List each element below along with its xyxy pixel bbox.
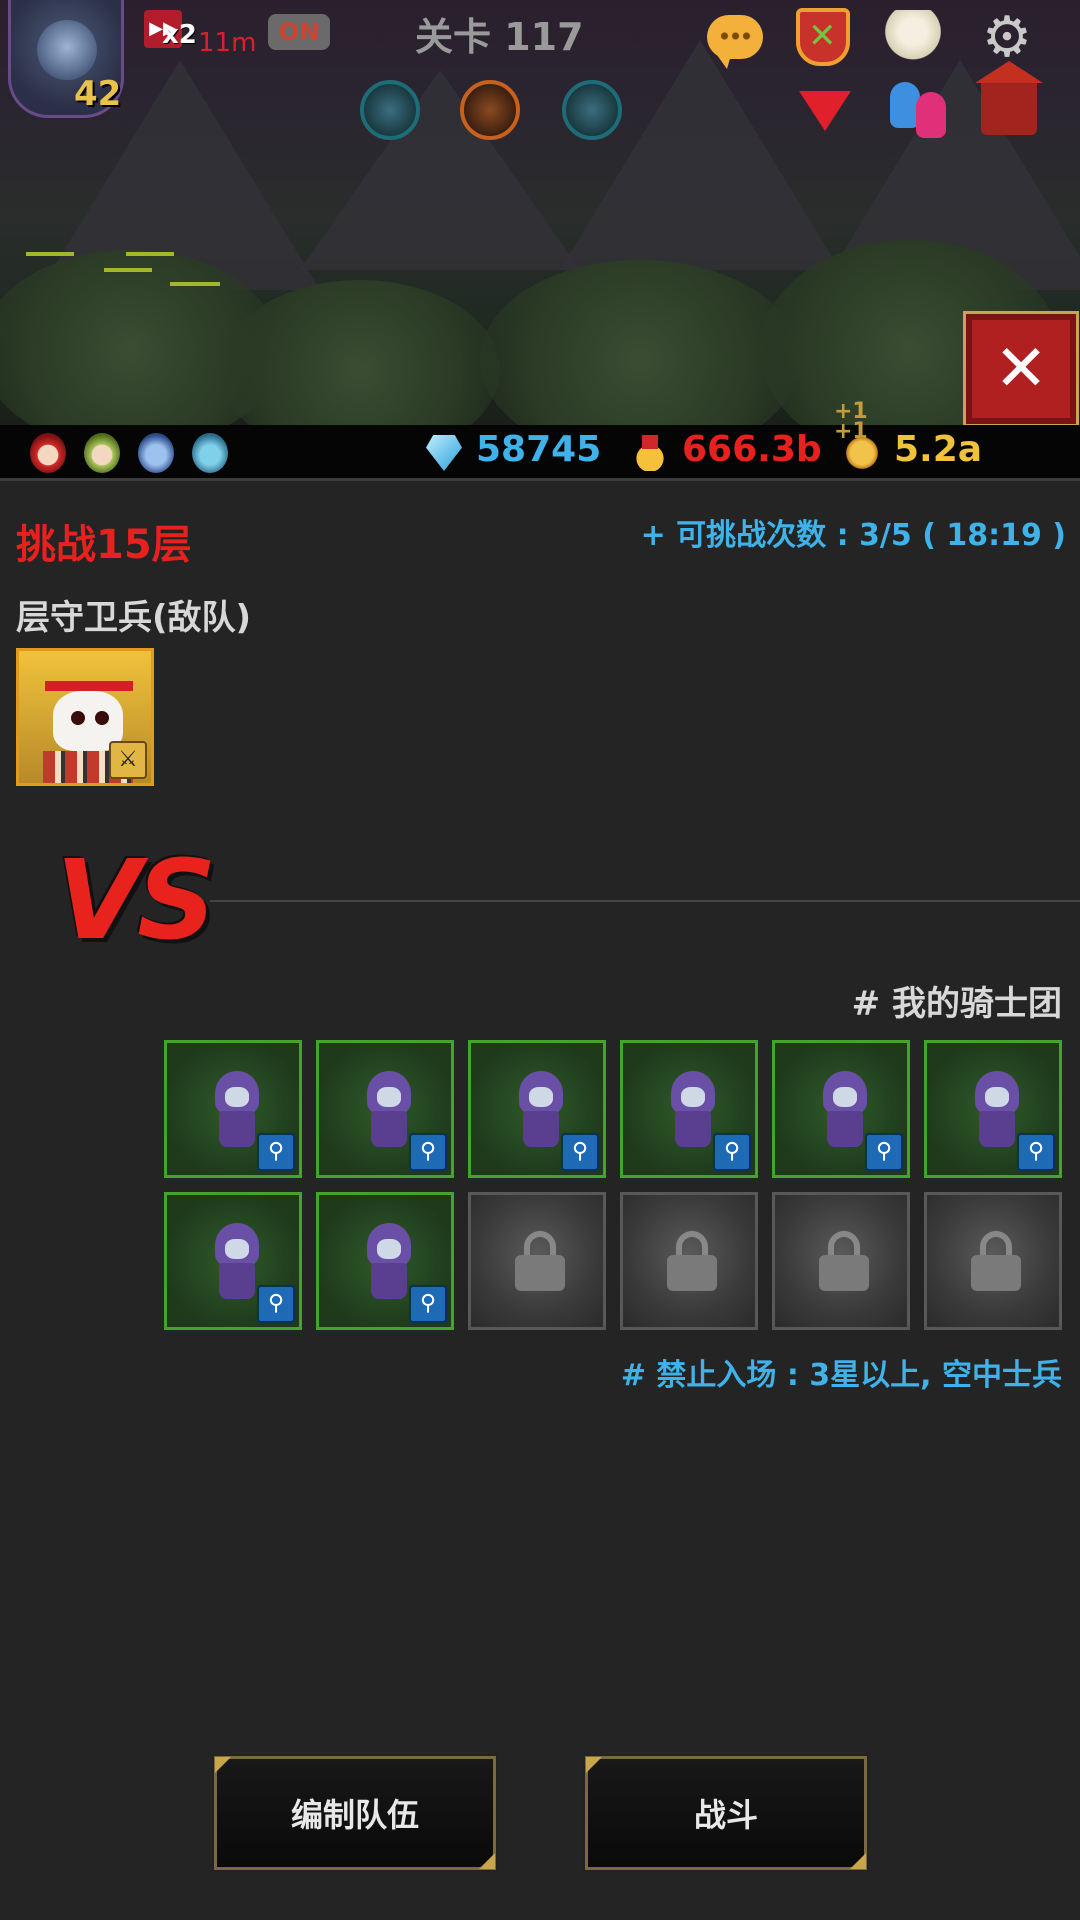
enemy-guard-card[interactable]: ⚔ <box>16 648 154 786</box>
fight-button[interactable]: 战斗 <box>583 1754 869 1872</box>
lock-icon <box>971 1231 1021 1291</box>
speed-boost-timer: 11m <box>198 28 257 58</box>
challenge-title: 挑战15层 <box>16 522 192 568</box>
hero-face-icon <box>37 20 97 80</box>
team-slot[interactable]: ⚲ <box>620 1040 758 1178</box>
medal-count: 666.3b <box>682 429 822 470</box>
party-hero-icon[interactable] <box>30 433 66 473</box>
close-icon: ✕ <box>994 332 1048 406</box>
friends-icon[interactable] <box>884 78 960 144</box>
lock-icon <box>667 1231 717 1291</box>
locked-team-slot[interactable] <box>468 1192 606 1330</box>
divider <box>210 900 1080 902</box>
hooded-mage-icon <box>819 1071 869 1151</box>
locked-team-slot[interactable] <box>772 1192 910 1330</box>
chat-icon[interactable] <box>702 4 768 70</box>
diamond-count: 58745 <box>476 429 602 470</box>
mountain-decoration <box>300 70 580 270</box>
locked-team-slot[interactable] <box>924 1192 1062 1330</box>
party-hero-icon[interactable] <box>138 433 174 473</box>
enemy-team-label: 层守卫兵(敌队) <box>16 598 252 638</box>
player-level: 42 <box>74 74 122 114</box>
health-bar <box>26 252 74 256</box>
buff-rune-icon[interactable] <box>562 80 622 140</box>
team-slot[interactable]: ⚲ <box>772 1040 910 1178</box>
hooded-mage-icon <box>211 1223 261 1303</box>
magnifier-icon: ⚲ <box>713 1133 751 1171</box>
hooded-mage-icon <box>363 1223 413 1303</box>
hooded-mage-icon <box>667 1071 717 1151</box>
magnifier-icon: ⚲ <box>561 1133 599 1171</box>
stage-label: 关卡 117 <box>415 15 584 59</box>
edit-team-button[interactable]: 编制队伍 <box>212 1754 498 1872</box>
challenge-attempts[interactable]: + 可挑战次数 : 3/5 ( 18:19 ) <box>641 510 1066 554</box>
health-bar <box>170 282 220 286</box>
team-slot[interactable]: ⚲ <box>164 1192 302 1330</box>
resource-bar: 58745 666.3b +1 +1 5.2a <box>0 399 1080 481</box>
hooded-mage-icon <box>971 1071 1021 1151</box>
diamond-icon <box>426 435 462 471</box>
party-hero-icon[interactable] <box>84 433 120 473</box>
entry-restriction: # 禁止入场 : 3星以上, 空中士兵 <box>620 1358 1062 1393</box>
team-slot[interactable]: ⚲ <box>316 1040 454 1178</box>
team-slot[interactable]: ⚲ <box>468 1040 606 1178</box>
magnifier-icon: ⚲ <box>865 1133 903 1171</box>
health-bar <box>104 268 152 272</box>
mountain-decoration <box>560 40 840 270</box>
hooded-mage-icon <box>515 1071 565 1151</box>
speed-multiplier: x2 <box>162 20 197 50</box>
my-team-title: # 我的骑士团 <box>851 984 1062 1024</box>
sword-icon: ⚔ <box>109 741 147 779</box>
vs-emblem: VS <box>56 836 216 964</box>
locked-team-slot[interactable] <box>620 1192 758 1330</box>
battle-icon[interactable] <box>790 4 856 70</box>
down-triangle-icon[interactable] <box>792 78 858 144</box>
magnifier-icon: ⚲ <box>1017 1133 1055 1171</box>
lock-icon <box>515 1231 565 1291</box>
coin-count: 5.2a <box>894 429 983 470</box>
team-slot[interactable]: ⚲ <box>316 1192 454 1330</box>
magnifier-icon: ⚲ <box>409 1133 447 1171</box>
party-hero-icon[interactable] <box>192 433 228 473</box>
auto-toggle[interactable]: ON <box>268 14 330 50</box>
coin-icon <box>844 435 880 471</box>
house-icon[interactable] <box>975 61 1043 140</box>
close-button[interactable]: ✕ <box>963 311 1079 425</box>
angel-icon[interactable] <box>880 4 946 70</box>
hooded-mage-icon <box>363 1071 413 1151</box>
magnifier-icon: ⚲ <box>409 1285 447 1323</box>
health-bar <box>126 252 174 256</box>
team-slot[interactable]: ⚲ <box>164 1040 302 1178</box>
hooded-mage-icon <box>211 1071 261 1151</box>
foliage-decoration <box>480 260 800 425</box>
buff-rune-icon[interactable] <box>460 80 520 140</box>
medal-icon <box>632 435 668 471</box>
lock-icon <box>819 1231 869 1291</box>
team-slot[interactable]: ⚲ <box>924 1040 1062 1178</box>
buff-rune-icon[interactable] <box>360 80 420 140</box>
magnifier-icon: ⚲ <box>257 1133 295 1171</box>
battle-scene: 42 ▶▶ x2 11m ON 关卡 117 ⚙ ✕ <box>0 0 1080 425</box>
magnifier-icon: ⚲ <box>257 1285 295 1323</box>
